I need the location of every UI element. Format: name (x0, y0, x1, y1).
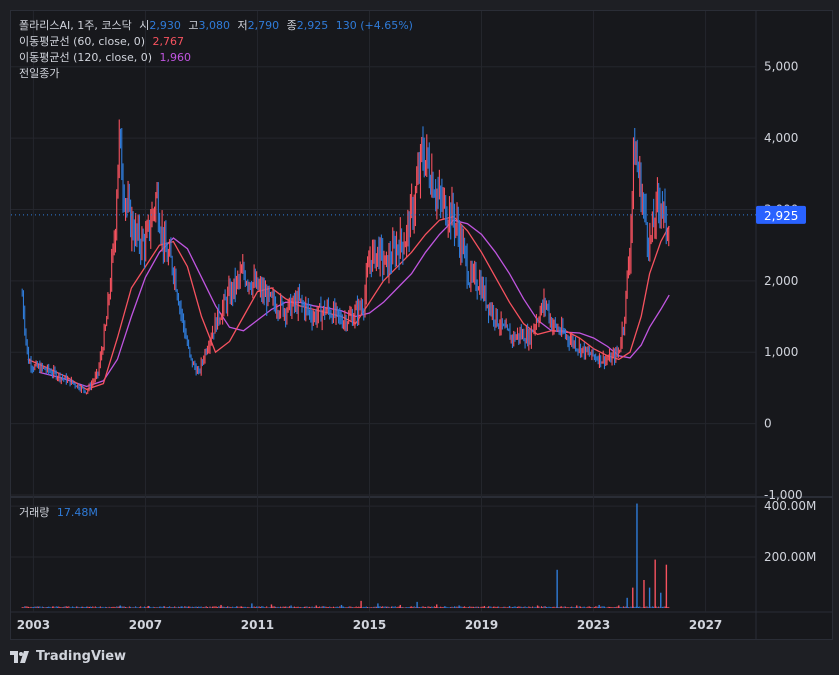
volume-tick-label: 400.00M (764, 499, 816, 513)
time-tick-label: 2019 (465, 618, 498, 632)
tradingview-logo-icon (10, 650, 29, 663)
change-value: 130 (+4.65%) (335, 19, 413, 32)
chart-frame[interactable]: -1,00001,0002,0003,0004,0005,00020032007… (10, 10, 833, 640)
low-field: 저2,790 (237, 19, 279, 32)
ma60-value: 2,767 (152, 35, 185, 48)
ma120-legend[interactable]: 이동평균선 (120, close, 0) 1,960 (19, 50, 195, 65)
ohlc-legend: 폴라리스AI, 1주, 코스닥 시2,930 고3,080 저2,790 종2,… (19, 18, 417, 33)
ma120-line (38, 219, 670, 388)
high-label: 고 (188, 19, 199, 32)
prev-close-label: 전일종가 (19, 67, 60, 80)
tradingview-logo[interactable]: TradingView (10, 649, 126, 664)
open-value: 2,930 (149, 19, 181, 32)
ma120-label: 이동평균선 (120, close, 0) (19, 51, 152, 64)
symbol-title: 폴라리스AI, 1주, 코스닥 (19, 19, 132, 32)
high-value: 3,080 (198, 19, 230, 32)
ma60-legend[interactable]: 이동평균선 (60, close, 0) 2,767 (19, 34, 188, 49)
volume-label: 거래량 (19, 506, 50, 519)
prev-close-legend[interactable]: 전일종가 (19, 66, 63, 81)
ma60-line (27, 215, 670, 391)
price-tick-label: 4,000 (764, 131, 798, 145)
time-tick-label: 2027 (689, 618, 722, 632)
time-tick-label: 2003 (17, 618, 50, 632)
volume-tick-label: 200.00M (764, 550, 816, 564)
close-value: 2,925 (296, 19, 329, 32)
price-tick-label: 1,000 (764, 345, 798, 359)
time-tick-label: 2023 (577, 618, 610, 632)
ma120-value: 1,960 (159, 51, 192, 64)
time-tick-label: 2007 (129, 618, 162, 632)
low-value: 2,790 (247, 19, 280, 32)
low-label: 저 (237, 19, 248, 32)
price-chart[interactable]: -1,00001,0002,0003,0004,0005,00020032007… (11, 11, 832, 639)
volume-value: 17.48M (56, 506, 98, 519)
brand-name: TradingView (36, 649, 127, 664)
high-field: 고3,080 (188, 19, 230, 32)
price-tick-label: 0 (764, 417, 772, 431)
close-field: 종2,925 (287, 19, 329, 32)
price-tick-label: 2,000 (764, 274, 798, 288)
ma60-label: 이동평균선 (60, close, 0) (19, 35, 145, 48)
price-tick-label: 5,000 (764, 60, 798, 74)
time-tick-label: 2011 (241, 618, 274, 632)
close-label: 종 (286, 19, 297, 32)
open-field: 시2,930 (139, 19, 181, 32)
last-price-label: 2,925 (764, 209, 798, 223)
time-tick-label: 2015 (353, 618, 386, 632)
open-label: 시 (139, 19, 150, 32)
volume-legend[interactable]: 거래량 17.48M (19, 505, 102, 520)
